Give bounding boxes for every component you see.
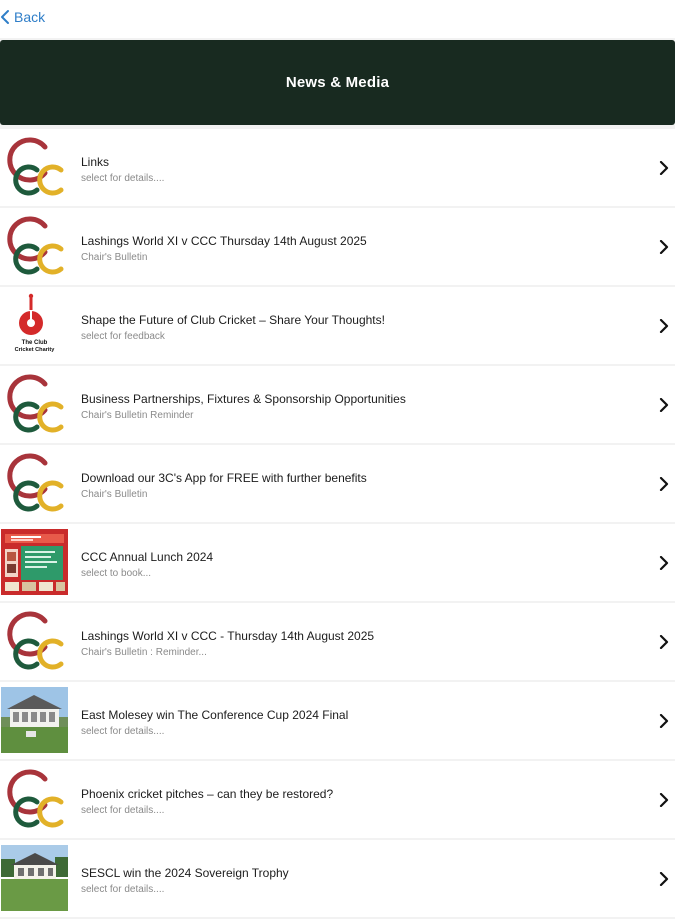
list-item[interactable]: Phoenix cricket pitches – can they be re… [0,761,675,838]
item-subtitle: Chair's Bulletin [81,489,148,500]
list-item[interactable]: CCC Annual Lunch 2024 select to book... [0,524,675,601]
chevron-right-icon [659,635,669,649]
ccc-logo-icon [1,766,68,832]
item-title: Shape the Future of Club Cricket – Share… [81,313,385,327]
ccc-logo-icon [1,608,68,674]
back-button[interactable]: Back [0,6,45,28]
club-cricket-charity-logo-icon: The Club Cricket Charity [1,292,68,358]
chevron-right-icon [659,240,669,254]
list-item[interactable]: Links select for details.... [0,129,675,206]
list-item[interactable]: Business Partnerships, Fixtures & Sponso… [0,366,675,443]
item-subtitle: select for feedback [81,331,165,342]
item-title: East Molesey win The Conference Cup 2024… [81,708,349,722]
ccc-logo-icon [1,450,68,516]
ccc-logo-icon [1,134,68,200]
item-title: Phoenix cricket pitches – can they be re… [81,787,334,801]
chevron-right-icon [659,714,669,728]
item-title: Lashings World XI v CCC Thursday 14th Au… [81,234,367,248]
list-item[interactable]: SESCL win the 2024 Sovereign Trophy sele… [0,840,675,917]
item-subtitle: select for details.... [81,884,165,895]
chevron-right-icon [659,556,669,570]
news-list: Links select for details.... Lashings Wo… [0,129,675,919]
chevron-right-icon [659,793,669,807]
clubhouse-photo-icon [1,845,68,911]
ccc-logo-icon [1,213,68,279]
page-title: News & Media [285,74,390,91]
item-subtitle: select for details.... [81,173,165,184]
chevron-left-icon [1,10,9,24]
ccc-logo-icon [1,371,68,437]
item-title: Lashings World XI v CCC - Thursday 14th … [81,629,375,643]
list-item[interactable]: Lashings World XI v CCC Thursday 14th Au… [0,208,675,285]
svg-text:The Club: The Club [22,340,48,346]
list-item[interactable]: The Club Cricket Charity Shape the Futur… [0,287,675,364]
chevron-right-icon [659,477,669,491]
item-subtitle: select for details.... [81,805,165,816]
list-item[interactable]: East Molesey win The Conference Cup 2024… [0,682,675,759]
item-title: SESCL win the 2024 Sovereign Trophy [81,866,289,880]
page-header: News & Media [0,40,675,125]
top-bar: Back [0,0,675,38]
item-subtitle: Chair's Bulletin Reminder [81,410,194,421]
item-subtitle: Chair's Bulletin [81,252,148,263]
chevron-right-icon [659,872,669,886]
chevron-right-icon [659,319,669,333]
item-subtitle: select for details.... [81,726,165,737]
chevron-right-icon [659,161,669,175]
list-item[interactable]: Download our 3C's App for FREE with furt… [0,445,675,522]
item-title: Business Partnerships, Fixtures & Sponso… [81,392,406,406]
annual-lunch-poster-icon [1,529,68,595]
list-item[interactable]: Lashings World XI v CCC - Thursday 14th … [0,603,675,680]
item-subtitle: Chair's Bulletin : Reminder... [81,647,207,658]
item-subtitle: select to book... [81,568,152,579]
chevron-right-icon [659,398,669,412]
item-title: Download our 3C's App for FREE with furt… [81,471,367,485]
back-label: Back [14,9,46,25]
item-title: Links [81,155,110,169]
svg-text:Cricket Charity: Cricket Charity [15,347,56,353]
pavilion-photo-icon [1,687,68,753]
item-title: CCC Annual Lunch 2024 [81,550,214,564]
